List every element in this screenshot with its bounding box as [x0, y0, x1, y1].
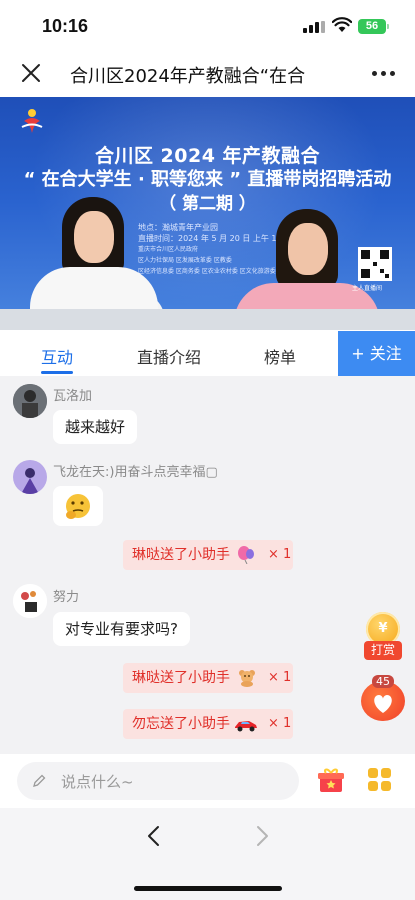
page-title: 合川区2024年产教融合“在合	[70, 66, 306, 87]
tab-active-indicator	[41, 371, 73, 374]
chat-username: 飞龙在天:)用奋斗点亮幸福▢	[53, 465, 218, 480]
signal-icon	[303, 21, 325, 33]
gift-count: × 1	[268, 716, 292, 731]
back-arrow-icon[interactable]	[146, 824, 162, 848]
tab-bar: 互动 直播介绍 榜单 + 关注	[0, 331, 415, 376]
avatar[interactable]	[13, 460, 47, 494]
user-avatar-icon	[13, 384, 47, 418]
comment-bar: 说点什么~	[0, 754, 415, 808]
gift-notice: 勿忘送了小助手 × 1	[123, 709, 293, 739]
sports-car-icon	[235, 721, 257, 732]
chat-message-emoji	[53, 486, 103, 526]
video-title-line-2: “ 在合大学生 · 职等您来 ” 直播带岗招聘活动	[23, 169, 392, 190]
gift-text: 琳哒送了小助手	[132, 547, 230, 563]
tab-live-intro[interactable]: 直播介绍	[137, 344, 201, 368]
teddy-bear-icon	[239, 670, 255, 687]
gift-text: 勿忘送了小助手	[132, 716, 230, 732]
gift-box-icon[interactable]	[317, 766, 345, 794]
chat-username: 瓦洛加	[53, 389, 93, 404]
user-avatar-icon	[13, 460, 47, 494]
avatar[interactable]	[13, 584, 47, 618]
status-time: 10:16	[42, 16, 89, 36]
pencil-icon	[33, 774, 46, 787]
user-avatar-icon	[13, 584, 47, 618]
gift-text: 琳哒送了小助手	[132, 670, 230, 686]
tab-interaction[interactable]: 互动	[41, 344, 73, 368]
home-indicator	[134, 886, 282, 891]
event-logo-icon	[21, 109, 43, 133]
gift-notice: 琳哒送了小助手 × 1	[123, 540, 293, 570]
status-bar: 10:16 56	[0, 0, 415, 52]
balloon-icon	[238, 546, 254, 564]
follow-button[interactable]: + 关注	[338, 331, 415, 376]
more-apps-icon[interactable]	[368, 768, 392, 792]
comment-input[interactable]: 说点什么~	[17, 762, 299, 800]
battery-icon: 56	[358, 19, 389, 34]
chat-feed[interactable]: 瓦洛加 越来越好 飞龙在天:)用奋斗点亮幸福▢ 琳哒送了小助手 × 1 努力 对…	[0, 376, 415, 754]
qr-code	[358, 247, 392, 281]
avatar[interactable]	[13, 384, 47, 418]
chat-message: 越来越好	[53, 410, 138, 444]
close-icon[interactable]	[20, 62, 42, 84]
video-title-line-1: 合川区 2024 年产教融合	[94, 145, 321, 167]
forward-arrow-icon[interactable]	[254, 824, 270, 848]
tab-ranking[interactable]: 榜单	[264, 344, 296, 368]
gift-count: × 1	[268, 670, 292, 685]
live-video-player[interactable]: 合川区 2024 年产教融合 “ 在合大学生 · 职等您来 ” 直播带岗招聘活动…	[0, 97, 415, 330]
like-count: 45	[372, 675, 394, 688]
gift-count: × 1	[268, 547, 292, 562]
more-options-icon[interactable]	[372, 71, 399, 76]
like-button[interactable]: 45	[361, 675, 405, 721]
thinking-emoji-icon	[66, 494, 90, 519]
desk	[0, 309, 415, 330]
chat-username: 努力	[53, 590, 80, 605]
chat-message: 对专业有要求吗?	[53, 612, 190, 646]
wifi-icon	[332, 17, 352, 32]
reward-label: 打赏	[364, 641, 402, 660]
browser-toolbar	[0, 808, 415, 900]
gift-notice: 琳哒送了小助手 × 1	[123, 663, 293, 693]
comment-placeholder: 说点什么~	[61, 773, 134, 791]
qr-code-label: 主人直播间	[352, 285, 383, 292]
nav-bar: 合川区2024年产教融合“在合	[0, 52, 415, 96]
